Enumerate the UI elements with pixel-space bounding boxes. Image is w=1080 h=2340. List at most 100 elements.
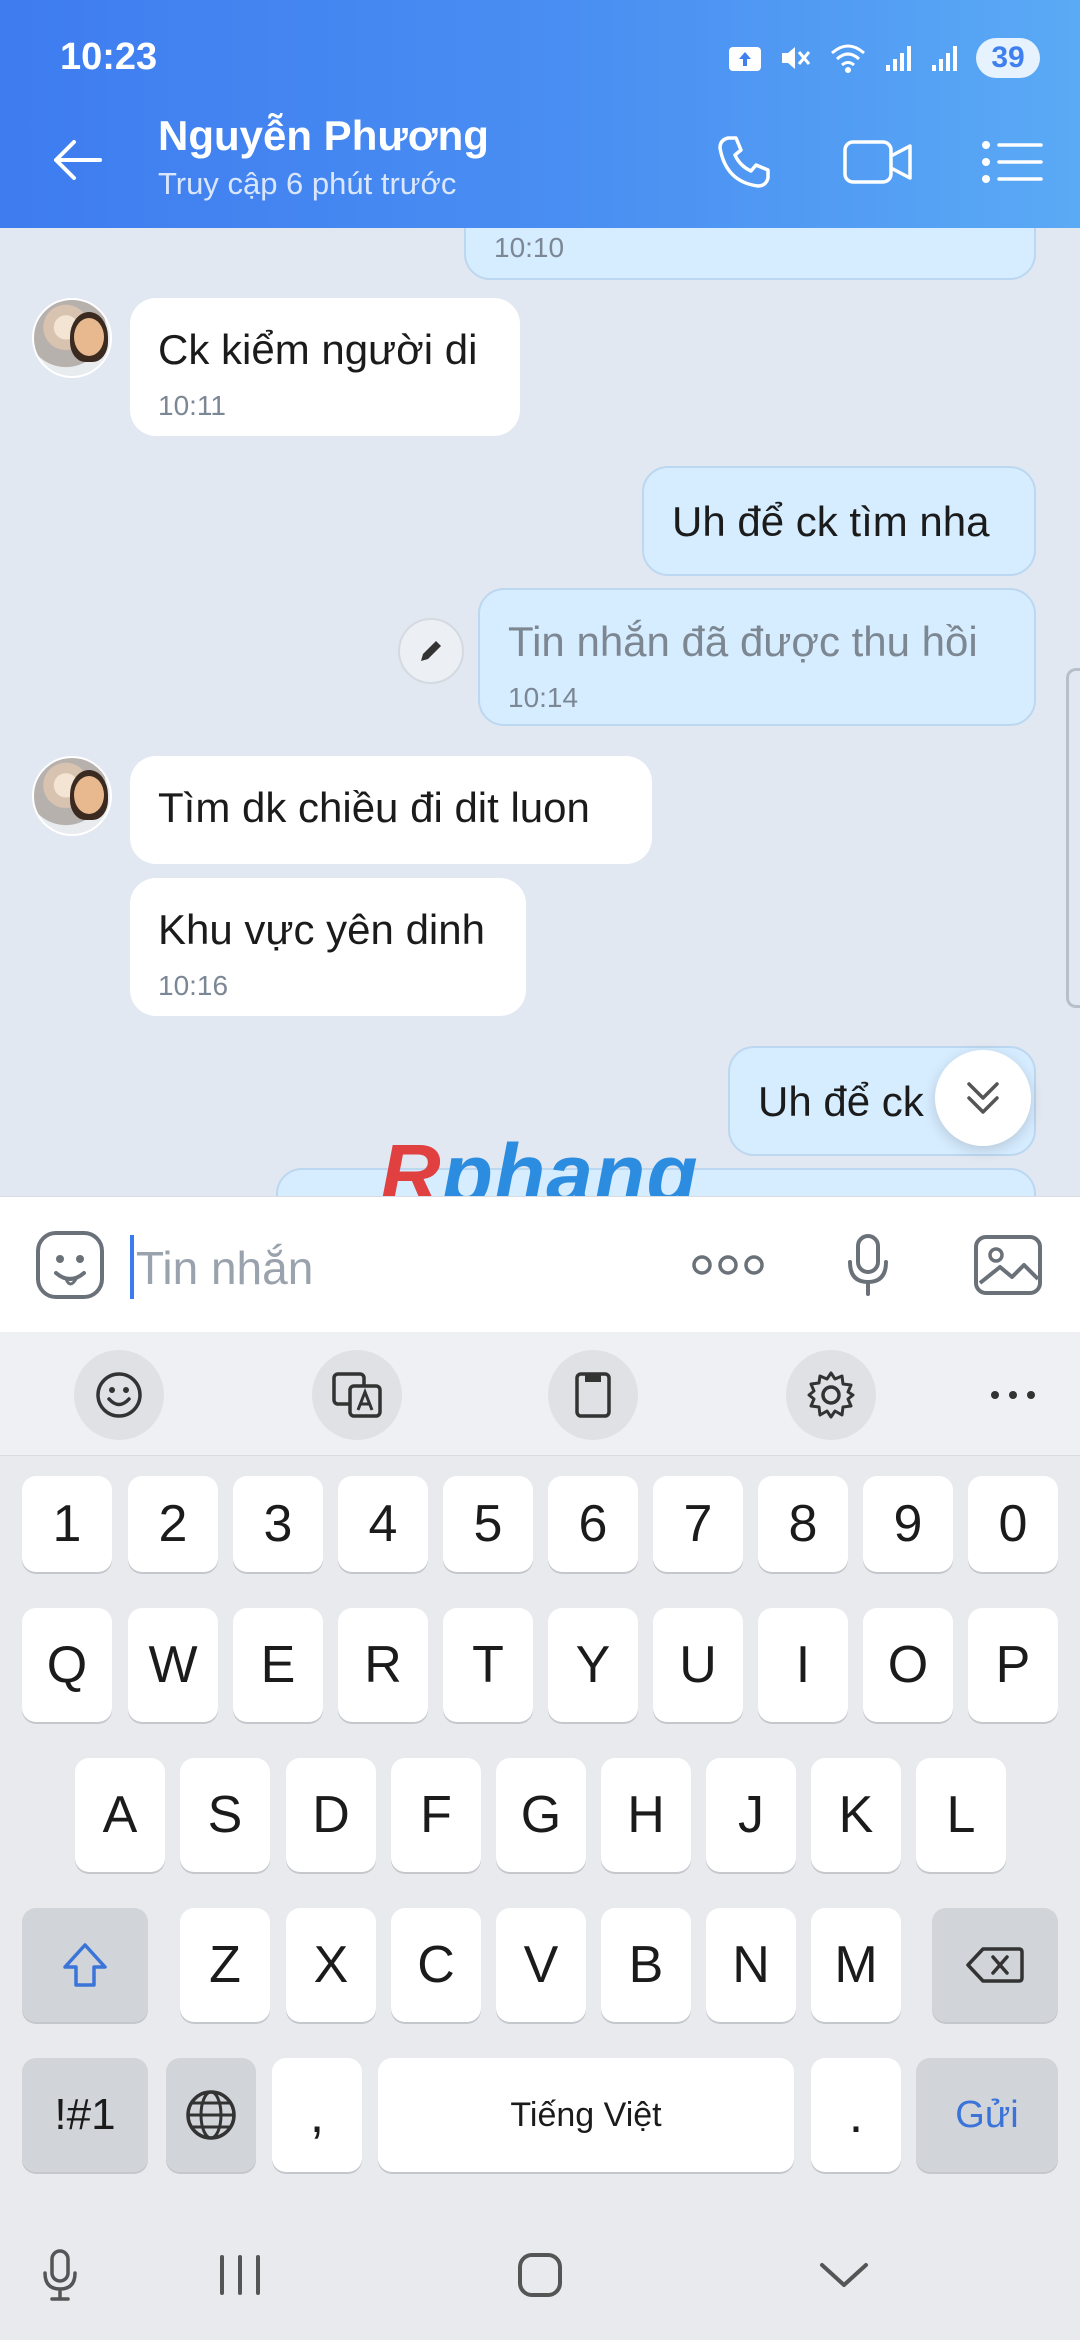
message-text: Uh để ck (758, 1078, 924, 1125)
key-l[interactable]: L (916, 1758, 1006, 1872)
settings-icon (807, 1371, 855, 1419)
key-a[interactable]: A (75, 1758, 165, 1872)
keyboard-translate-button[interactable] (312, 1350, 402, 1440)
message-list[interactable]: 10:10 Ck kiểm người di 10:11 Uh để ck tì… (0, 228, 1080, 1196)
last-seen-status: Truy cập 6 phút trước (158, 166, 457, 201)
key-w[interactable]: W (128, 1608, 218, 1722)
more-options-button[interactable] (690, 1227, 766, 1303)
symbols-key[interactable]: !#1 (22, 2058, 148, 2172)
key-r[interactable]: R (338, 1608, 428, 1722)
voice-call-button[interactable] (702, 122, 786, 202)
key-k[interactable]: K (811, 1758, 901, 1872)
home-icon (518, 2253, 562, 2297)
status-time: 10:23 (60, 36, 158, 78)
backspace-key[interactable] (932, 1908, 1058, 2022)
message-bubble-incoming[interactable]: Tìm dk chiều đi dit luon (130, 756, 652, 864)
comma-key[interactable]: , (272, 2058, 362, 2172)
avatar[interactable] (32, 756, 112, 836)
emoji-icon (96, 1372, 142, 1418)
key-9[interactable]: 9 (863, 1476, 953, 1572)
key-4[interactable]: 4 (338, 1476, 428, 1572)
voice-input-button[interactable] (20, 2240, 100, 2310)
avatar[interactable] (32, 298, 112, 378)
backspace-icon (966, 1947, 1024, 1983)
keyboard-clipboard-button[interactable] (548, 1350, 638, 1440)
key-c[interactable]: C (391, 1908, 481, 2022)
sticker-button[interactable] (32, 1227, 108, 1303)
text-caret (130, 1235, 134, 1299)
key-2[interactable]: 2 (128, 1476, 218, 1572)
message-bubble-outgoing[interactable]: Uh để ck tìm nha (642, 466, 1036, 576)
key-j[interactable]: J (706, 1758, 796, 1872)
space-key[interactable]: Tiếng Việt (378, 2058, 794, 2172)
key-p[interactable]: P (968, 1608, 1058, 1722)
key-n[interactable]: N (706, 1908, 796, 2022)
key-z[interactable]: Z (180, 1908, 270, 2022)
key-1[interactable]: 1 (22, 1476, 112, 1572)
key-f[interactable]: F (391, 1758, 481, 1872)
keyboard-emoji-button[interactable] (74, 1350, 164, 1440)
message-bubble-incoming[interactable]: Khu vực yên dinh 10:16 (130, 878, 526, 1016)
key-g[interactable]: G (496, 1758, 586, 1872)
message-text: Tìm dk chiều đi dit luon (158, 784, 590, 831)
keyboard-more-button[interactable] (968, 1350, 1058, 1440)
globe-icon (186, 2090, 236, 2140)
message-input-bar: Tin nhắn (0, 1196, 1080, 1332)
key-i[interactable]: I (758, 1608, 848, 1722)
send-key[interactable]: Gửi (916, 2058, 1058, 2172)
video-icon (843, 140, 912, 184)
key-7[interactable]: 7 (653, 1476, 743, 1572)
edit-recalled-button[interactable] (398, 618, 464, 684)
message-text: Ck kiểm người di (158, 326, 478, 373)
key-x[interactable]: X (286, 1908, 376, 2022)
more-horizontal-icon (991, 1391, 1035, 1399)
key-d[interactable]: D (286, 1758, 376, 1872)
voice-message-button[interactable] (830, 1227, 906, 1303)
hide-keyboard-button[interactable] (804, 2240, 884, 2310)
key-o[interactable]: O (863, 1608, 953, 1722)
key-5[interactable]: 5 (443, 1476, 533, 1572)
message-bubble-outgoing[interactable]: 10:10 (464, 228, 1036, 280)
menu-icon (982, 141, 1043, 183)
translate-icon (332, 1372, 382, 1418)
key-t[interactable]: T (443, 1608, 533, 1722)
period-key[interactable]: . (811, 2058, 901, 2172)
message-text: Uh để ck tìm nha (672, 498, 990, 545)
key-b[interactable]: B (601, 1908, 691, 2022)
video-call-button[interactable] (836, 122, 920, 202)
key-3[interactable]: 3 (233, 1476, 323, 1572)
navigation-bar (0, 2210, 1080, 2340)
key-6[interactable]: 6 (548, 1476, 638, 1572)
keyboard-settings-button[interactable] (786, 1350, 876, 1440)
shift-key[interactable] (22, 1908, 148, 2022)
scrollbar[interactable] (1066, 668, 1080, 1008)
back-button[interactable] (40, 122, 116, 198)
key-0[interactable]: 0 (968, 1476, 1058, 1572)
wifi-icon (831, 44, 865, 73)
key-s[interactable]: S (180, 1758, 270, 1872)
key-8[interactable]: 8 (758, 1476, 848, 1572)
recent-apps-button[interactable] (200, 2240, 280, 2310)
key-u[interactable]: U (653, 1608, 743, 1722)
status-bar: 10:23 39 (0, 0, 1080, 110)
contact-name[interactable]: Nguyễn Phương (158, 112, 489, 160)
message-text: Khu vực yên dinh (158, 906, 485, 953)
signal-2-icon (932, 46, 957, 71)
language-key[interactable] (166, 2058, 256, 2172)
key-q[interactable]: Q (22, 1608, 112, 1722)
message-time: 10:10 (494, 232, 565, 263)
chat-options-button[interactable] (970, 122, 1054, 202)
message-input[interactable]: Tin nhắn (136, 1241, 313, 1295)
message-bubble-recalled[interactable]: Tin nhắn đã được thu hồi 10:14 (478, 588, 1036, 726)
home-button[interactable] (500, 2240, 580, 2310)
key-y[interactable]: Y (548, 1608, 638, 1722)
recents-icon (220, 2255, 260, 2295)
mic-icon (848, 1234, 888, 1296)
send-image-button[interactable] (970, 1227, 1046, 1303)
key-h[interactable]: H (601, 1758, 691, 1872)
key-m[interactable]: M (811, 1908, 901, 2022)
key-v[interactable]: V (496, 1908, 586, 2022)
key-e[interactable]: E (233, 1608, 323, 1722)
scroll-to-bottom-button[interactable] (935, 1050, 1031, 1146)
message-bubble-incoming[interactable]: Ck kiểm người di 10:11 (130, 298, 520, 436)
